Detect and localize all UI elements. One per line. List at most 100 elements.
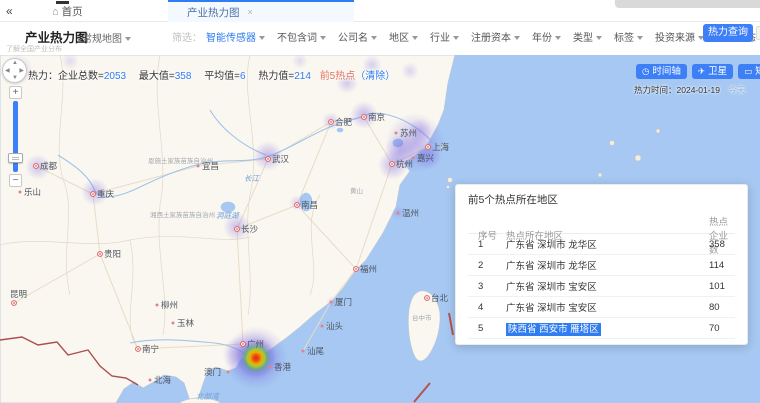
- city-marker-dot: [355, 268, 357, 270]
- city-label: 澳门: [204, 367, 221, 377]
- filter-item-4[interactable]: 注册资本: [471, 29, 520, 44]
- chevron-down-icon: [514, 36, 520, 40]
- satellite-icon: ✈: [698, 66, 705, 76]
- city-marker-dot: [35, 165, 37, 167]
- heat-query-button[interactable]: 热力查询: [703, 24, 753, 42]
- filter-item-7[interactable]: 标签: [614, 29, 643, 44]
- city-label: 合肥: [335, 117, 353, 127]
- city-label: 南昌: [301, 200, 318, 210]
- filter-item-1[interactable]: 公司名: [338, 29, 377, 44]
- filter-item-2[interactable]: 地区: [389, 29, 418, 44]
- stat-avg: 6: [240, 71, 246, 82]
- city-marker-dot: [391, 163, 393, 165]
- city-marker-dot: [227, 371, 230, 374]
- filter-item-5[interactable]: 年份: [532, 29, 561, 44]
- heat-time-value: 2024-01-19: [677, 85, 720, 95]
- city-label: 贵阳: [104, 249, 121, 259]
- filter-item-3[interactable]: 行业: [430, 29, 459, 44]
- row-area: 广东省 深圳市 龙华区: [506, 258, 696, 272]
- city-marker-dot: [197, 165, 200, 168]
- city-label: 苏州: [400, 128, 417, 138]
- chevron-down-icon: [637, 36, 643, 40]
- map-type-dropdown[interactable]: 常规地图: [82, 30, 131, 45]
- city-label: 汕尾: [307, 346, 325, 356]
- region-label: 黄山: [350, 186, 363, 195]
- filter-item-0[interactable]: 不包含词: [277, 29, 326, 44]
- tab-close-icon[interactable]: ×: [248, 7, 253, 17]
- rectangle-map-button[interactable]: ▭矩形: [738, 64, 760, 79]
- map-pan-control[interactable]: ▲ ▼ ◀ ▶: [2, 58, 27, 83]
- city-marker-dot: [397, 212, 400, 215]
- row-area: 广东省 深圳市 宝安区: [506, 279, 696, 293]
- clock-icon: ◷: [642, 66, 649, 76]
- filter-item-8[interactable]: 投资来源: [655, 29, 704, 44]
- filter-item-6[interactable]: 类型: [573, 29, 602, 44]
- row-index: 1: [468, 239, 506, 250]
- city-label: 上海: [432, 142, 450, 152]
- city-marker-dot: [149, 379, 152, 382]
- row-count: 70: [696, 323, 735, 334]
- row-count: 358: [696, 239, 735, 250]
- row-area: 陕西省 西安市 雁塔区: [506, 321, 696, 335]
- hotspot-row-3[interactable]: 3广东省 深圳市 宝安区101: [468, 276, 735, 297]
- satellite-map-button[interactable]: ✈卫星: [692, 64, 733, 79]
- city-marker-dot: [395, 132, 398, 135]
- clear-link[interactable]: （清除）: [355, 71, 395, 82]
- heat-time-label: 热力时间：2024-01-19 今天: [634, 84, 745, 96]
- collapse-sidebar-icon[interactable]: «: [6, 4, 13, 18]
- zoom-out-button[interactable]: −: [9, 174, 22, 187]
- water-label: 北部湾: [196, 392, 220, 401]
- pan-left-icon[interactable]: ◀: [5, 67, 10, 74]
- city-marker-dot: [137, 348, 139, 350]
- city-label: 温州: [402, 208, 419, 218]
- zoom-in-button[interactable]: +: [9, 86, 22, 99]
- pan-up-icon[interactable]: ▲: [12, 60, 18, 66]
- zoom-slider-handle[interactable]: [8, 153, 23, 163]
- city-marker-dot: [363, 116, 365, 118]
- city-label: 乐山: [24, 187, 41, 197]
- city-label: 宜昌: [202, 161, 219, 171]
- today-link[interactable]: 今天: [728, 85, 745, 95]
- city-label: 长沙: [241, 224, 259, 234]
- hotspot-row-1[interactable]: 1广东省 深圳市 龙华区358: [468, 234, 735, 255]
- row-count: 80: [696, 302, 735, 313]
- city-marker-dot: [267, 158, 269, 160]
- top5-hotspots-link[interactable]: 前5热点: [320, 71, 356, 82]
- chevron-down-icon: [412, 36, 418, 40]
- tab-label: 产业热力图: [187, 5, 240, 20]
- city-marker-dot: [427, 146, 429, 148]
- city-label: 福州: [360, 264, 377, 274]
- heat-stats-bar: 热力：企业总数=2053 最大值=358 平均值=6 热力值=214 前5热点（…: [28, 67, 395, 82]
- row-count: 101: [696, 281, 735, 292]
- pan-right-icon[interactable]: ▶: [19, 67, 24, 74]
- app-window: « ⌂首页 产业热力图 × 产业热力图 常规地图 筛选： 智能传感器 不包含词公…: [0, 0, 760, 403]
- row-index: 5: [468, 323, 506, 334]
- top5-hotspot-panel: 前5个热点所在地区 序号 热点所在地区 热点企业数 1广东省 深圳市 龙华区35…: [455, 184, 748, 345]
- row-index: 2: [468, 260, 506, 271]
- pan-down-icon[interactable]: ▼: [12, 75, 18, 81]
- col-count: 热点企业数: [696, 214, 735, 256]
- city-label: 北海: [154, 375, 172, 385]
- tab-industry-heatmap[interactable]: 产业热力图 ×: [168, 0, 354, 22]
- city-label: 玉林: [177, 318, 195, 328]
- home-label: 首页: [62, 6, 83, 18]
- partial-button-clipped[interactable]: [756, 26, 760, 40]
- city-label: 成都: [40, 161, 58, 171]
- browser-artifact-box: [615, 0, 760, 8]
- city-marker-dot: [296, 204, 298, 206]
- hotspot-row-5[interactable]: 5陕西省 西安市 雁塔区70: [468, 318, 735, 339]
- region-label: 台中市: [412, 313, 432, 322]
- row-index: 4: [468, 302, 506, 313]
- clock-map-button[interactable]: ◷时间轴: [636, 64, 687, 79]
- rectangle-icon: ▭: [744, 66, 752, 76]
- map-canvas[interactable]: 恩施土家族苗族自治州湘西土家族苗族自治州黄山台中市 长江洞庭湖北部湾 成都乐山重…: [0, 55, 760, 403]
- top-navigation-bar: « ⌂首页 产业热力图 ×: [0, 0, 760, 22]
- city-label: 台北: [431, 293, 449, 303]
- home-icon: ⌂: [52, 6, 59, 18]
- city-marker-dot: [156, 304, 159, 307]
- filter-keyword[interactable]: 智能传感器: [206, 29, 265, 44]
- row-area: 广东省 深圳市 宝安区: [506, 300, 696, 314]
- hotspot-row-2[interactable]: 2广东省 深圳市 龙华区114: [468, 255, 735, 276]
- hotspot-row-4[interactable]: 4广东省 深圳市 宝安区80: [468, 297, 735, 318]
- breadcrumb-home[interactable]: ⌂首页: [52, 4, 83, 19]
